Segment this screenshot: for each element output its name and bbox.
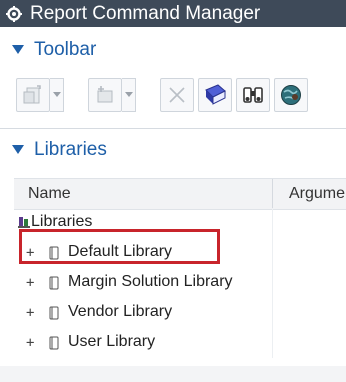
table-header: Name Argumer bbox=[14, 178, 346, 210]
new-item-icon bbox=[97, 86, 113, 103]
find-button[interactable] bbox=[236, 78, 270, 112]
new-item-button[interactable] bbox=[88, 78, 122, 112]
expand-icon[interactable]: + bbox=[26, 275, 34, 291]
library-icon bbox=[49, 336, 59, 350]
gear-icon[interactable] bbox=[6, 5, 22, 22]
title-bar: Report Command Manager bbox=[0, 0, 346, 27]
collapse-triangle-icon[interactable] bbox=[12, 145, 24, 155]
binoculars-icon bbox=[243, 87, 263, 103]
web-button[interactable] bbox=[274, 78, 308, 112]
column-header-name[interactable]: Name bbox=[28, 185, 71, 203]
expand-icon[interactable]: + bbox=[26, 305, 34, 321]
tree-row-label: Vendor Library bbox=[68, 303, 173, 320]
close-icon bbox=[169, 87, 185, 103]
column-separator[interactable] bbox=[272, 179, 273, 209]
book-icon bbox=[205, 84, 226, 105]
tree-row-user-library[interactable]: + User Library bbox=[14, 328, 346, 358]
toolbar-section-label: Toolbar bbox=[34, 39, 97, 60]
libraries-root-icon bbox=[18, 217, 30, 228]
library-button[interactable] bbox=[198, 78, 232, 112]
window-title: Report Command Manager bbox=[30, 2, 261, 24]
tree-row-label: Margin Solution Library bbox=[68, 273, 233, 290]
tree-row-vendor-library[interactable]: + Vendor Library bbox=[14, 298, 346, 328]
collapse-triangle-icon[interactable] bbox=[12, 45, 24, 55]
expand-icon[interactable]: + bbox=[26, 335, 34, 351]
tree-row-label: User Library bbox=[68, 333, 156, 350]
selection-highlight bbox=[19, 229, 220, 264]
new-report-dropdown[interactable] bbox=[50, 78, 64, 112]
chevron-down-icon bbox=[52, 92, 61, 97]
column-header-arguments[interactable]: Argumer bbox=[289, 185, 346, 203]
library-icon bbox=[49, 306, 59, 320]
globe-icon bbox=[281, 85, 301, 105]
libraries-section-header[interactable]: Libraries bbox=[0, 136, 107, 164]
delete-button[interactable] bbox=[160, 78, 194, 112]
libraries-section-label: Libraries bbox=[34, 139, 107, 160]
library-icon bbox=[49, 276, 59, 290]
new-report-icon bbox=[23, 85, 41, 104]
section-divider bbox=[0, 128, 346, 129]
toolbar bbox=[0, 68, 346, 124]
bottom-band bbox=[0, 366, 346, 382]
new-report-button[interactable] bbox=[16, 78, 50, 112]
toolbar-section-header[interactable]: Toolbar bbox=[0, 36, 96, 64]
new-item-dropdown[interactable] bbox=[122, 78, 136, 112]
chevron-down-icon bbox=[124, 92, 133, 97]
tree-row-margin-solution-library[interactable]: + Margin Solution Library bbox=[14, 268, 346, 298]
